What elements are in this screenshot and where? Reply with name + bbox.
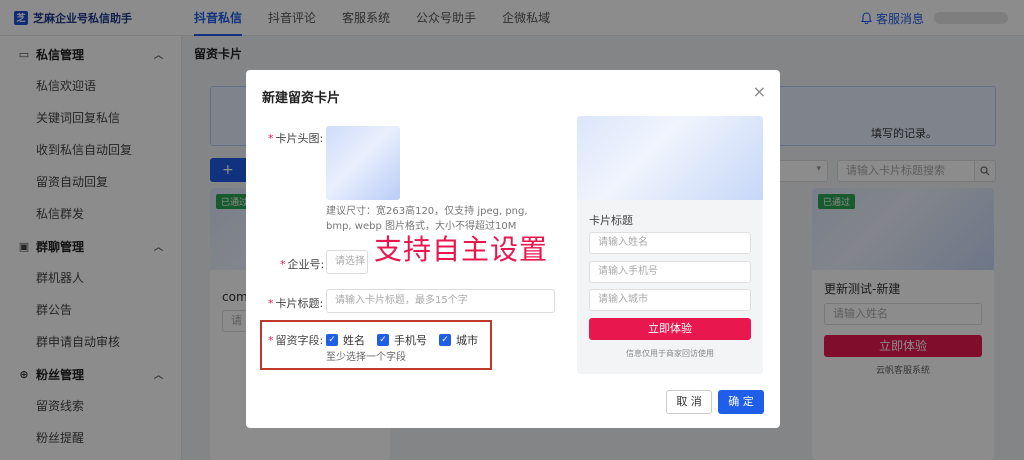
preview-name-input: 请输入姓名: [589, 232, 751, 254]
account-label: * 企业号:: [280, 258, 325, 271]
preview-phone-input: 请输入手机号: [589, 261, 751, 283]
fields-help: 至少选择一个字段: [326, 352, 406, 363]
option-name-checkbox[interactable]: ✓ 姓名: [326, 332, 365, 348]
callout-text: 支持自主设置: [374, 233, 549, 266]
option-city-checkbox[interactable]: ✓ 城市: [439, 332, 478, 348]
modal-title: 新建留资卡片: [262, 91, 341, 106]
cancel-button[interactable]: 取 消: [666, 390, 712, 414]
new-lead-card-modal: 新建留资卡片 × * 卡片头图: 建议尺寸：宽263高120，仅支持 jpeg, …: [246, 70, 780, 428]
preview-note: 信息仅用于商家回访使用: [626, 349, 714, 358]
check-icon: ✓: [439, 334, 451, 346]
preview-city-input: 请输入城市: [589, 289, 751, 311]
preview-image: [577, 116, 763, 200]
preview-try-button: 立即体验: [589, 318, 751, 340]
card-title-input[interactable]: 请输入卡片标题，最多15个字: [326, 289, 555, 313]
image-label: * 卡片头图:: [268, 132, 324, 145]
fields-label: * 留资字段:: [268, 334, 324, 347]
option-phone-checkbox[interactable]: ✓ 手机号: [377, 332, 427, 348]
confirm-button[interactable]: 确 定: [718, 390, 764, 414]
card-image-uploader[interactable]: [326, 126, 400, 200]
close-icon[interactable]: ×: [753, 82, 766, 101]
account-select[interactable]: 请选择: [326, 250, 368, 274]
field-options: ✓ 姓名 ✓ 手机号 ✓ 城市: [326, 332, 478, 348]
check-icon: ✓: [377, 334, 389, 346]
title-label: * 卡片标题:: [268, 297, 324, 310]
check-icon: ✓: [326, 334, 338, 346]
preview-title: 卡片标题: [589, 214, 633, 227]
card-preview: 卡片标题 请输入姓名 请输入手机号 请输入城市 立即体验 信息仅用于商家回访使用: [577, 116, 763, 374]
